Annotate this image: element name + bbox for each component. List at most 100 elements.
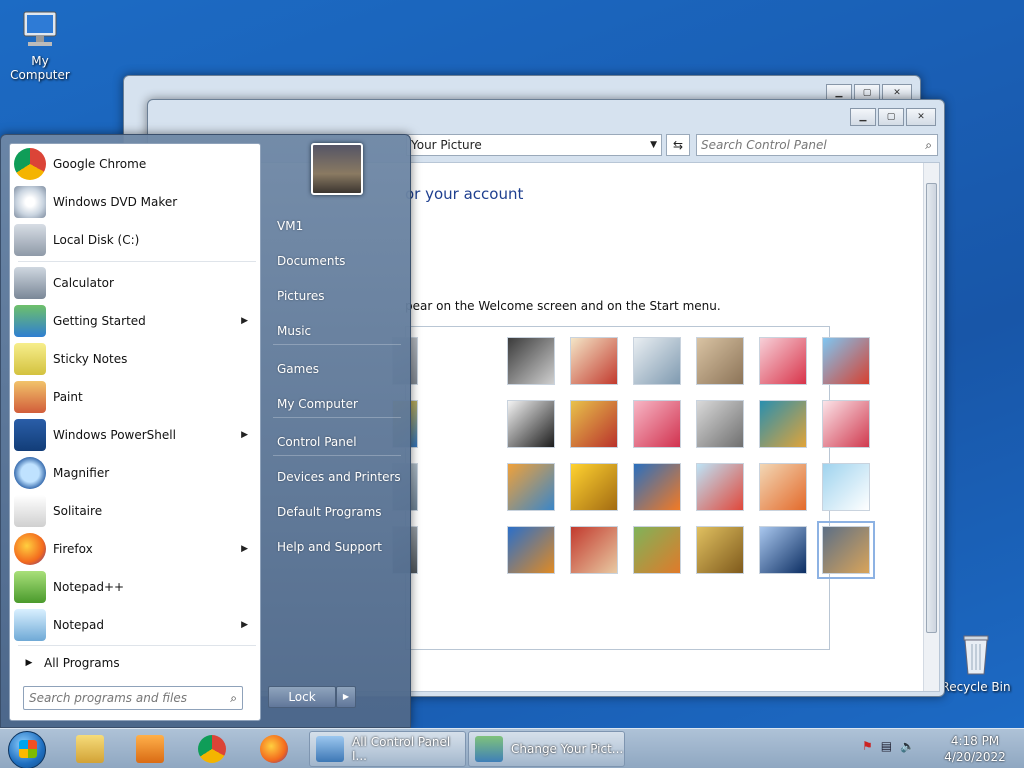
account-picture-tile[interactable] [817,521,875,579]
desktop-icon-recycle-bin[interactable]: Recycle Bin [936,630,1016,694]
refresh-icon: ⇆ [672,138,684,152]
start-menu-item-label: Calculator [53,276,114,290]
account-picture-tile[interactable] [633,463,681,511]
scrollbar-thumb[interactable] [926,183,937,633]
start-menu-item-magnifier[interactable]: Magnifier [14,455,258,491]
start-link-help-and-support[interactable]: Help and Support [277,540,382,554]
account-picture-tile[interactable] [507,526,555,574]
account-picture-tile[interactable] [633,337,681,385]
window-caption-buttons: ▁ ▢ ✕ [848,108,936,126]
start-menu-item-notepad[interactable]: Notepad ▶ [14,607,258,643]
close-button[interactable]: ✕ [906,108,936,126]
sticky-notes-icon [14,343,46,375]
start-menu-item-label: Windows PowerShell [53,428,176,442]
action-center-icon[interactable]: ⚑ [862,739,873,759]
account-picture-tile[interactable] [759,337,807,385]
account-picture-tile[interactable] [759,400,807,448]
explorer-icon [76,735,104,763]
start-menu-item-firefox[interactable]: Firefox ▶ [14,531,258,567]
start-menu-item-windows-powershell[interactable]: Windows PowerShell ▶ [14,417,258,453]
minimize-button[interactable]: ▁ [850,108,876,126]
start-link-my-computer[interactable]: My Computer [277,397,358,411]
chevron-right-icon: ▶ [241,544,248,554]
account-picture-tile[interactable] [633,526,681,574]
account-picture-tile[interactable] [696,463,744,511]
start-link-pictures[interactable]: Pictures [277,289,325,303]
paint-icon [14,381,46,413]
start-menu-item-label: Local Disk (C:) [53,233,140,247]
start-link-games[interactable]: Games [277,362,319,376]
start-menu-item-notepad[interactable]: Notepad++ [14,569,258,605]
start-menu-item-local-disk-c[interactable]: Local Disk (C:) [14,222,258,258]
account-picture-tile[interactable] [822,400,870,448]
firefox-icon [260,735,288,763]
account-picture-tile[interactable] [759,526,807,574]
start-menu-item-getting-started[interactable]: Getting Started ▶ [14,303,258,339]
taskbar-pinned-firefox[interactable] [254,731,294,767]
chevron-right-icon: ▶ [241,430,248,440]
clock[interactable]: 4:18 PM 4/20/2022 [938,733,1012,765]
maximize-button[interactable]: ▢ [878,108,904,126]
start-search-placeholder: Search programs and files [29,691,187,705]
account-picture-tile[interactable] [696,337,744,385]
account-picture-tile[interactable] [696,400,744,448]
start-menu-item-windows-dvd-maker[interactable]: Windows DVD Maker [14,184,258,220]
lock-button[interactable]: Lock [268,686,336,708]
account-picture-tile[interactable] [570,526,618,574]
user-accounts-icon [475,736,503,762]
account-picture-tile[interactable] [570,400,618,448]
chrome-icon [14,148,46,180]
taskbar-task-button[interactable]: Change Your Pict... [468,731,625,767]
account-picture-tile[interactable] [570,337,618,385]
shutdown-options-button[interactable]: ▶ [336,686,356,708]
desktop-icon-my-computer[interactable]: My Computer [0,8,80,82]
user-picture[interactable] [311,143,363,195]
account-picture-tile[interactable] [570,463,618,511]
start-link-vm1[interactable]: VM1 [277,219,303,233]
account-picture-tile[interactable] [507,337,555,385]
recycle-bin-icon [956,630,996,678]
start-button[interactable] [8,731,46,768]
start-link-control-panel[interactable]: Control Panel [277,435,357,449]
all-programs-label: All Programs [44,656,120,670]
start-menu-item-label: Firefox [53,542,93,556]
solitaire-icon [14,495,46,527]
volume-icon[interactable]: 🔈 [900,739,915,759]
address-bar[interactable]: Your Picture ▼ [406,134,662,156]
start-link-music[interactable]: Music [277,324,311,338]
account-picture-tile[interactable] [507,400,555,448]
refresh-button[interactable]: ⇆ [666,134,690,156]
taskbar-pinned-media-player[interactable] [130,731,170,767]
all-programs-button[interactable]: ▶ All Programs [14,650,258,676]
account-picture-tile[interactable] [507,463,555,511]
account-picture-tile[interactable] [822,463,870,511]
start-link-default-programs[interactable]: Default Programs [277,505,382,519]
taskbar: All Control Panel I... Change Your Pict..… [0,728,1024,768]
dvd-maker-icon [14,186,46,218]
taskbar-pinned-explorer[interactable] [70,731,110,767]
start-menu-item-sticky-notes[interactable]: Sticky Notes [14,341,258,377]
account-picture-tile[interactable] [822,337,870,385]
getting-started-icon [14,305,46,337]
taskbar-task-button[interactable]: All Control Panel I... [309,731,466,767]
windows-logo-icon [19,740,37,758]
start-menu-programs-pane: Google Chrome Windows DVD Maker Local Disk… [9,143,261,721]
account-picture-tile[interactable] [633,400,681,448]
picture-gallery[interactable] [392,326,875,650]
start-menu-item-calculator[interactable]: Calculator [14,265,258,301]
start-menu-item-google-chrome[interactable]: Google Chrome [14,146,258,182]
start-search-input[interactable]: Search programs and files ⌕ [23,686,243,710]
account-picture-tile[interactable] [696,526,744,574]
account-picture-tile[interactable] [759,463,807,511]
search-input[interactable]: Search Control Panel ⌕ [696,134,938,156]
scrollbar[interactable] [923,163,939,691]
start-link-devices-and-printers[interactable]: Devices and Printers [277,470,401,484]
taskbar-pinned-chrome[interactable] [192,731,232,767]
network-icon[interactable]: ▤ [881,739,892,759]
start-menu-item-paint[interactable]: Paint [14,379,258,415]
start-link-documents[interactable]: Documents [277,254,345,268]
chevron-down-icon[interactable]: ▼ [650,135,657,155]
start-menu-item-solitaire[interactable]: Solitaire [14,493,258,529]
firefox-icon [14,533,46,565]
chevron-right-icon: ▶ [342,692,350,701]
